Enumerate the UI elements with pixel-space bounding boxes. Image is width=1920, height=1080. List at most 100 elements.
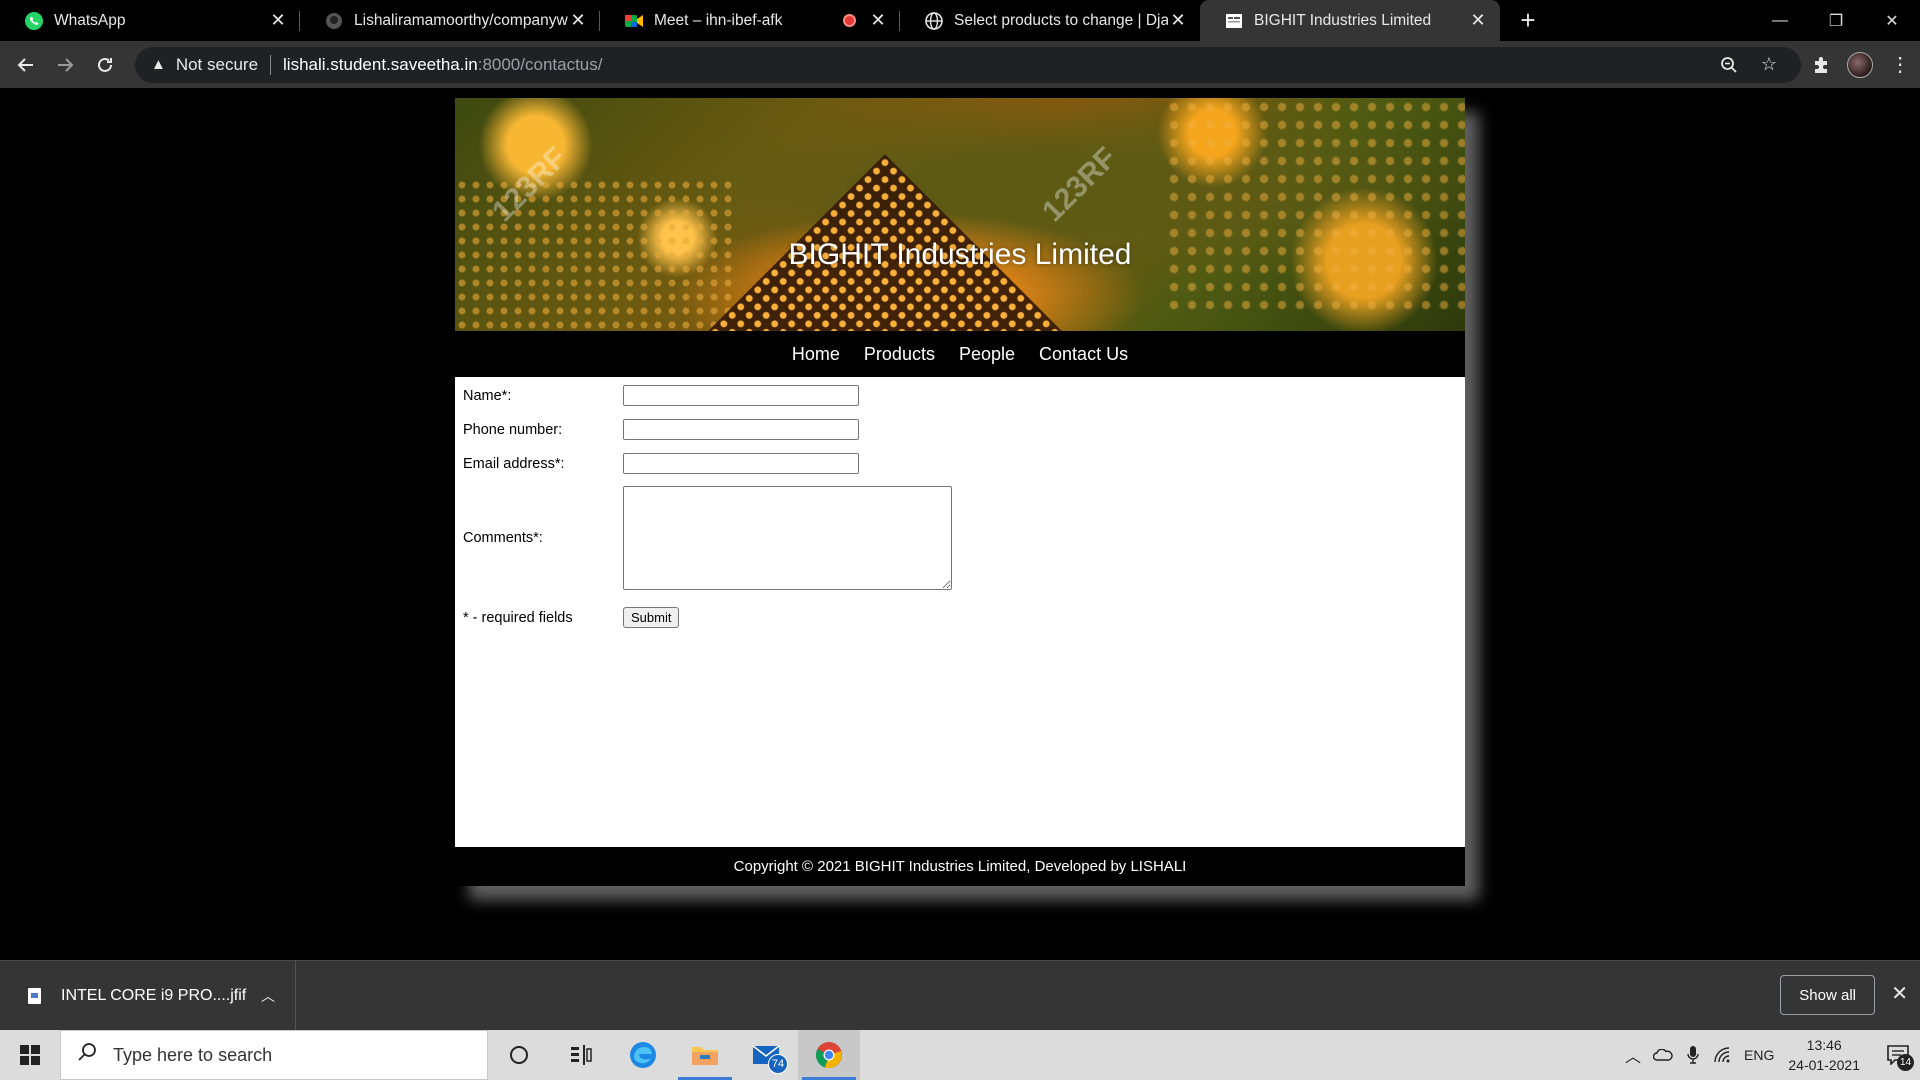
clock-date: 24-01-2021 (1788, 1057, 1860, 1073)
tab-close-icon[interactable]: ✕ (868, 10, 888, 31)
nav-products-link[interactable]: Products (864, 344, 935, 365)
comments-textarea[interactable] (623, 486, 952, 590)
tab-title: BIGHIT Industries Limited (1254, 11, 1432, 29)
new-tab-button[interactable]: + (1510, 0, 1546, 41)
tab-title: Lishaliramamoorthy/companywebsite (354, 11, 568, 29)
site-footer: Copyright © 2021 BIGHIT Industries Limit… (455, 847, 1465, 886)
name-label: Name*: (463, 387, 512, 404)
site-navigation: Home Products People Contact Us (455, 331, 1465, 377)
required-fields-note: * - required fields (463, 609, 573, 626)
whatsapp-icon (24, 11, 44, 31)
page-viewport: 123RF 123RF BIGHIT Industries Limited Ho… (0, 88, 1920, 960)
url-path: :8000/contactus/ (477, 54, 603, 74)
cortana-circle-icon (510, 1046, 528, 1064)
tab-whatsapp[interactable]: WhatsApp ✕ (0, 0, 300, 41)
close-window-button[interactable]: ✕ (1864, 0, 1920, 41)
security-label[interactable]: Not secure (176, 55, 258, 75)
tab-close-icon[interactable]: ✕ (1168, 10, 1188, 31)
bookmark-star-icon[interactable]: ☆ (1749, 54, 1789, 75)
phone-input[interactable] (623, 419, 859, 440)
tab-meet[interactable]: Meet – ihn-ibef-afk ✕ (600, 0, 900, 41)
tab-close-icon[interactable]: ✕ (1468, 10, 1488, 31)
email-input[interactable] (623, 453, 859, 474)
email-row: Email address*: (463, 453, 859, 474)
avatar-image (1847, 51, 1874, 78)
browser-menu-kebab-icon[interactable]: ⋮ (1880, 45, 1920, 85)
nav-home-link[interactable]: Home (792, 344, 840, 365)
tab-title: Select products to change | Django site … (954, 11, 1168, 29)
zoom-icon[interactable] (1709, 56, 1749, 74)
chevron-up-icon[interactable]: ︿ (261, 986, 275, 1006)
recording-indicator-icon (843, 14, 856, 27)
close-download-shelf-icon[interactable]: ✕ (1891, 981, 1908, 1006)
nav-people-link[interactable]: People (959, 344, 1015, 365)
profile-avatar[interactable] (1841, 45, 1881, 85)
task-view-icon (571, 1045, 592, 1065)
download-file-name: INTEL CORE i9 PRO....jfif (61, 986, 247, 1004)
warning-triangle-icon: ▲ (150, 56, 166, 73)
header-banner: 123RF 123RF BIGHIT Industries Limited (455, 98, 1465, 331)
window-controls: — ❐ ✕ (1752, 0, 1920, 41)
phone-row: Phone number: (463, 419, 859, 440)
taskbar-search-box[interactable]: Type here to search (60, 1030, 488, 1080)
reload-button[interactable] (85, 45, 125, 85)
folder-icon (692, 1047, 718, 1065)
action-center-button[interactable]: 14 (1876, 1030, 1920, 1080)
page-icon (1224, 11, 1244, 31)
site-container: 123RF 123RF BIGHIT Industries Limited Ho… (455, 98, 1465, 886)
windows-taskbar: Type here to search 74 ︿ ENG 13:46 24-01… (0, 1030, 1920, 1080)
browser-tab-strip: WhatsApp ✕ Lishaliramamoorthy/companyweb… (0, 0, 1920, 41)
notification-count-badge: 14 (1897, 1054, 1914, 1071)
restore-button[interactable]: ❐ (1808, 0, 1864, 41)
nav-contact-link[interactable]: Contact Us (1039, 344, 1128, 365)
extensions-puzzle-icon[interactable] (1801, 45, 1841, 85)
system-tray: ︿ ENG 13:46 24-01-2021 14 (1618, 1030, 1920, 1080)
edge-icon (630, 1042, 656, 1068)
onedrive-cloud-icon[interactable] (1648, 1030, 1678, 1080)
taskbar-chrome[interactable] (798, 1030, 860, 1080)
url-host: lishali.student.saveetha.in (283, 54, 478, 74)
tab-close-icon[interactable]: ✕ (568, 10, 588, 31)
input-language[interactable]: ENG (1744, 1047, 1774, 1063)
github-icon (324, 11, 344, 31)
taskbar-edge[interactable] (612, 1030, 674, 1080)
phone-label: Phone number: (463, 421, 563, 438)
show-all-downloads-button[interactable]: Show all (1780, 975, 1875, 1015)
tab-close-icon[interactable]: ✕ (268, 10, 288, 31)
taskbar-mail[interactable]: 74 (736, 1030, 798, 1080)
microphone-icon[interactable] (1678, 1030, 1708, 1080)
cortana-button[interactable] (488, 1030, 550, 1080)
search-icon (77, 1042, 97, 1068)
download-item[interactable]: INTEL CORE i9 PRO....jfif ︿ (0, 960, 296, 1031)
name-row: Name*: (463, 385, 859, 406)
tab-bighit-active[interactable]: BIGHIT Industries Limited ✕ (1200, 0, 1500, 41)
name-input[interactable] (623, 385, 859, 406)
task-view-button[interactable] (550, 1030, 612, 1080)
system-clock[interactable]: 13:46 24-01-2021 (1788, 1035, 1860, 1075)
clock-time: 13:46 (1806, 1037, 1842, 1053)
tab-title: WhatsApp (54, 11, 126, 29)
submit-row: * - required fields Submit (463, 607, 680, 628)
forward-button[interactable] (46, 45, 86, 85)
chevron-up-icon[interactable]: ︿ (1618, 1030, 1648, 1080)
search-placeholder: Type here to search (113, 1044, 273, 1065)
tab-github[interactable]: Lishaliramamoorthy/companywebsite ✕ (300, 0, 600, 41)
email-label: Email address*: (463, 455, 565, 472)
watermark-text: 123RF (1036, 141, 1124, 229)
address-bar[interactable]: ▲ Not secure lishali.student.saveetha.in… (134, 46, 1801, 83)
tab-title: Meet – ihn-ibef-afk (654, 11, 783, 29)
tab-django-admin[interactable]: Select products to change | Django site … (900, 0, 1200, 41)
start-button[interactable] (0, 1030, 60, 1080)
site-title: BIGHIT Industries Limited (788, 238, 1132, 271)
submit-button[interactable]: Submit (623, 607, 680, 628)
chrome-icon (815, 1042, 842, 1069)
image-file-icon (28, 987, 41, 1004)
back-arrow-icon (17, 57, 33, 72)
taskbar-file-explorer[interactable] (674, 1030, 736, 1080)
back-button[interactable] (6, 45, 46, 85)
comments-label: Comments*: (463, 530, 543, 546)
browser-toolbar: ▲ Not secure lishali.student.saveetha.in… (0, 41, 1920, 88)
minimize-button[interactable]: — (1752, 0, 1808, 41)
windows-logo-icon (20, 1045, 40, 1065)
wifi-icon[interactable] (1708, 1030, 1738, 1080)
